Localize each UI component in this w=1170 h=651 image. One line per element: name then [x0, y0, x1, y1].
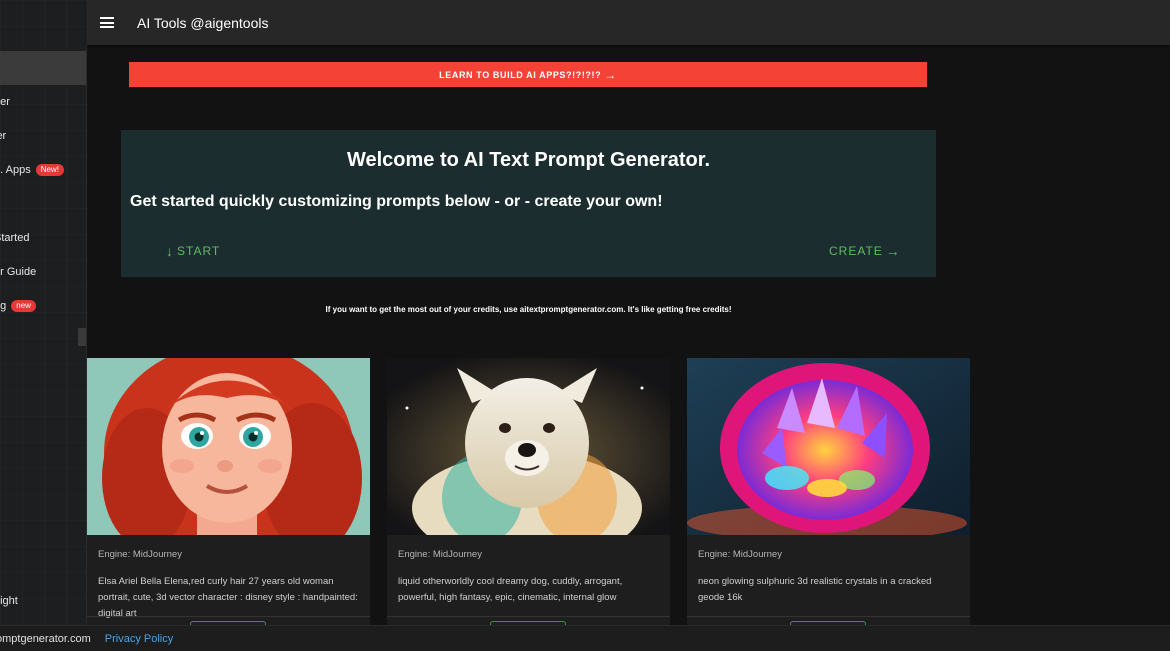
sidebar-item-get-started[interactable]: Started [0, 221, 86, 255]
card-divider [87, 616, 370, 617]
card-image-red-haired-girl[interactable] [87, 358, 370, 535]
new-badge: new [11, 300, 36, 312]
prompt-card[interactable]: Engine: MidJourney liquid otherworldly c… [387, 358, 670, 625]
new-badge: New! [36, 164, 64, 176]
start-button[interactable]: ↓ START [166, 243, 220, 259]
sidebar-item-label: der [0, 96, 10, 108]
welcome-panel: Welcome to AI Text Prompt Generator. Get… [121, 130, 936, 277]
sidebar: e der ler .I. Apps New! Started er Guide… [0, 0, 87, 625]
top-app-bar: AI Tools @aigentools [87, 0, 1170, 45]
create-label: CREATE [829, 244, 883, 258]
sidebar-item-folder[interactable]: ler [0, 119, 86, 153]
footer-site-name[interactable]: omptgenerator.com [0, 633, 91, 645]
card-prompt: neon glowing sulphuric 3d realistic crys… [698, 574, 960, 606]
card-engine: Engine: MidJourney [398, 549, 482, 560]
card-divider [687, 616, 970, 617]
hamburger-menu-icon[interactable] [100, 17, 114, 28]
sidebar-item-home[interactable]: e [0, 51, 86, 85]
learn-button-label: LEARN TO BUILD AI APPS?!?!?!? [439, 70, 601, 80]
arrow-right-icon: → [604, 68, 617, 82]
sidebar-item-builder[interactable]: der [0, 85, 86, 119]
sidebar-item-light-mode[interactable]: Light [0, 584, 86, 618]
sidebar-item-ai-apps[interactable]: .I. Apps New! [0, 153, 86, 187]
sidebar-item-blog[interactable]: og new [0, 289, 86, 323]
card-prompt: Elsa Ariel Bella Elena,red curly hair 27… [98, 574, 360, 622]
sidebar-item-label: Started [0, 232, 29, 244]
card-prompt: liquid otherworldly cool dreamy dog, cud… [398, 574, 660, 606]
prompt-card[interactable]: Engine: MidJourney neon glowing sulphuri… [687, 358, 970, 625]
arrow-down-icon: ↓ [166, 243, 174, 259]
credits-note: If you want to get the most out of your … [121, 305, 936, 314]
card-engine: Engine: MidJourney [98, 549, 182, 560]
sidebar-item-user-guide[interactable]: er Guide [0, 255, 86, 289]
card-engine: Engine: MidJourney [698, 549, 782, 560]
arrow-right-icon: → [886, 243, 901, 259]
footer: omptgenerator.com Privacy Policy [0, 625, 1170, 651]
prompt-card[interactable]: Engine: MidJourney Elsa Ariel Bella Elen… [87, 358, 370, 625]
start-label: START [177, 244, 220, 258]
welcome-title: Welcome to AI Text Prompt Generator. [121, 149, 936, 172]
card-image-neon-geode[interactable] [687, 358, 970, 535]
app-title: AI Tools @aigentools [137, 15, 268, 31]
learn-to-build-ai-apps-button[interactable]: LEARN TO BUILD AI APPS?!?!?!? → [129, 62, 927, 87]
sidebar-item-label: og [0, 300, 6, 312]
sidebar-scrollbar[interactable] [78, 328, 86, 346]
sidebar-item-label: er Guide [0, 266, 36, 278]
sidebar-item-label: .I. Apps [0, 164, 31, 176]
sidebar-item-label: ler [0, 130, 6, 142]
welcome-subtitle: Get started quickly customizing prompts … [130, 193, 663, 211]
create-button[interactable]: CREATE → [829, 243, 901, 259]
card-divider [387, 616, 670, 617]
privacy-policy-link[interactable]: Privacy Policy [105, 633, 173, 645]
card-image-glowing-dog[interactable] [387, 358, 670, 535]
sidebar-item-label: Light [0, 595, 18, 607]
